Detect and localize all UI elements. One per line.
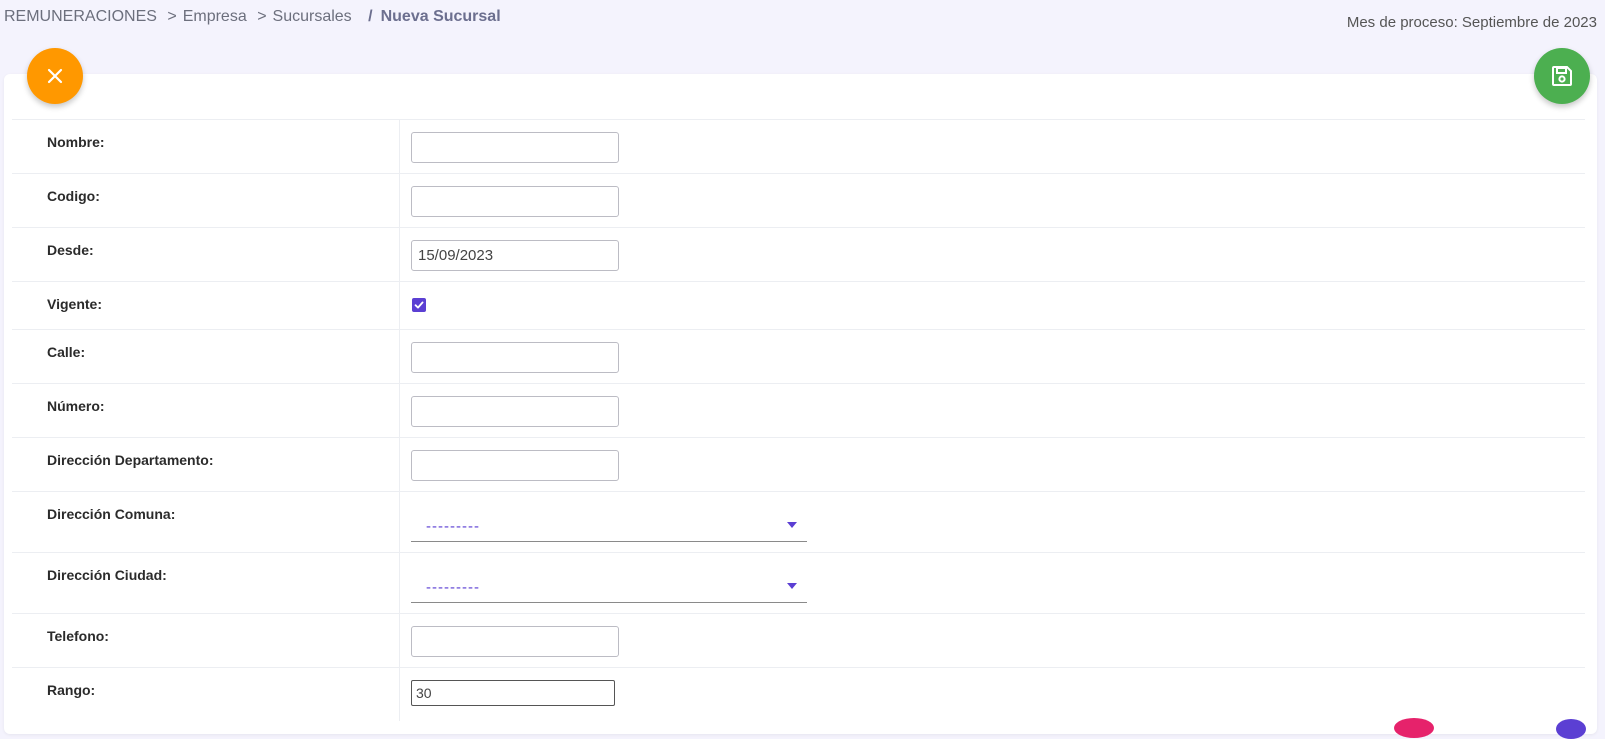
comuna-select[interactable]: ---------	[411, 510, 807, 542]
telefono-label: Telefono:	[12, 614, 400, 667]
nombre-input[interactable]	[411, 132, 619, 163]
close-button[interactable]	[27, 48, 83, 104]
process-period: Mes de proceso: Septiembre de 2023	[1346, 14, 1597, 31]
top-bar: REMUNERACIONES > Empresa > Sucursales / Nue…	[0, 0, 1605, 60]
form-row-calle: Calle:	[12, 329, 1585, 383]
breadcrumb: REMUNERACIONES > Empresa > Sucursales / Nue…	[4, 8, 501, 26]
breadcrumb-separator: >	[257, 8, 267, 25]
ciudad-select[interactable]: ---------	[411, 571, 807, 603]
form-row-ciudad: Dirección Ciudad: ---------	[12, 552, 1585, 613]
breadcrumb-empresa[interactable]: Empresa	[183, 8, 247, 25]
form-row-numero: Número:	[12, 383, 1585, 437]
floating-action-partial[interactable]	[1394, 718, 1434, 738]
desde-label: Desde:	[12, 228, 400, 281]
departamento-label: Dirección Departamento:	[12, 438, 400, 491]
caret-down-icon	[787, 522, 797, 528]
ciudad-select-value: ---------	[426, 579, 480, 596]
floating-action-partial[interactable]	[1556, 719, 1586, 739]
breadcrumb-separator: >	[167, 8, 177, 25]
form-row-rango: Rango:	[12, 667, 1585, 721]
rango-label: Rango:	[12, 668, 400, 721]
close-icon	[47, 68, 63, 84]
checkmark-icon	[414, 301, 424, 309]
floppy-disk-icon	[1552, 66, 1572, 86]
numero-label: Número:	[12, 384, 400, 437]
caret-down-icon	[787, 583, 797, 589]
breadcrumb-sucursales[interactable]: Sucursales	[273, 8, 352, 25]
form-row-vigente: Vigente:	[12, 281, 1585, 329]
calle-input[interactable]	[411, 342, 619, 373]
rango-input[interactable]	[411, 680, 615, 706]
codigo-input[interactable]	[411, 186, 619, 217]
vigente-checkbox[interactable]	[412, 298, 426, 312]
vigente-label: Vigente:	[12, 282, 400, 329]
nombre-label: Nombre:	[12, 120, 400, 173]
form-row-codigo: Codigo:	[12, 173, 1585, 227]
form-row-desde: Desde:	[12, 227, 1585, 281]
codigo-label: Codigo:	[12, 174, 400, 227]
numero-input[interactable]	[411, 396, 619, 427]
desde-date-input[interactable]	[411, 240, 619, 271]
ciudad-label: Dirección Ciudad:	[12, 553, 400, 613]
form-row-telefono: Telefono:	[12, 613, 1585, 667]
breadcrumb-current: Nueva Sucursal	[380, 8, 501, 25]
telefono-input[interactable]	[411, 626, 619, 657]
branch-form: Nombre: Codigo: Desde: Vigente: Calle: N…	[12, 119, 1585, 721]
form-row-nombre: Nombre:	[12, 119, 1585, 173]
comuna-label: Dirección Comuna:	[12, 492, 400, 552]
breadcrumb-root[interactable]: REMUNERACIONES	[4, 8, 157, 25]
breadcrumb-slash: /	[368, 8, 373, 25]
calle-label: Calle:	[12, 330, 400, 383]
departamento-input[interactable]	[411, 450, 619, 481]
save-button[interactable]	[1534, 48, 1590, 104]
comuna-select-value: ---------	[426, 518, 480, 535]
form-row-comuna: Dirección Comuna: ---------	[12, 491, 1585, 552]
form-row-departamento: Dirección Departamento:	[12, 437, 1585, 491]
